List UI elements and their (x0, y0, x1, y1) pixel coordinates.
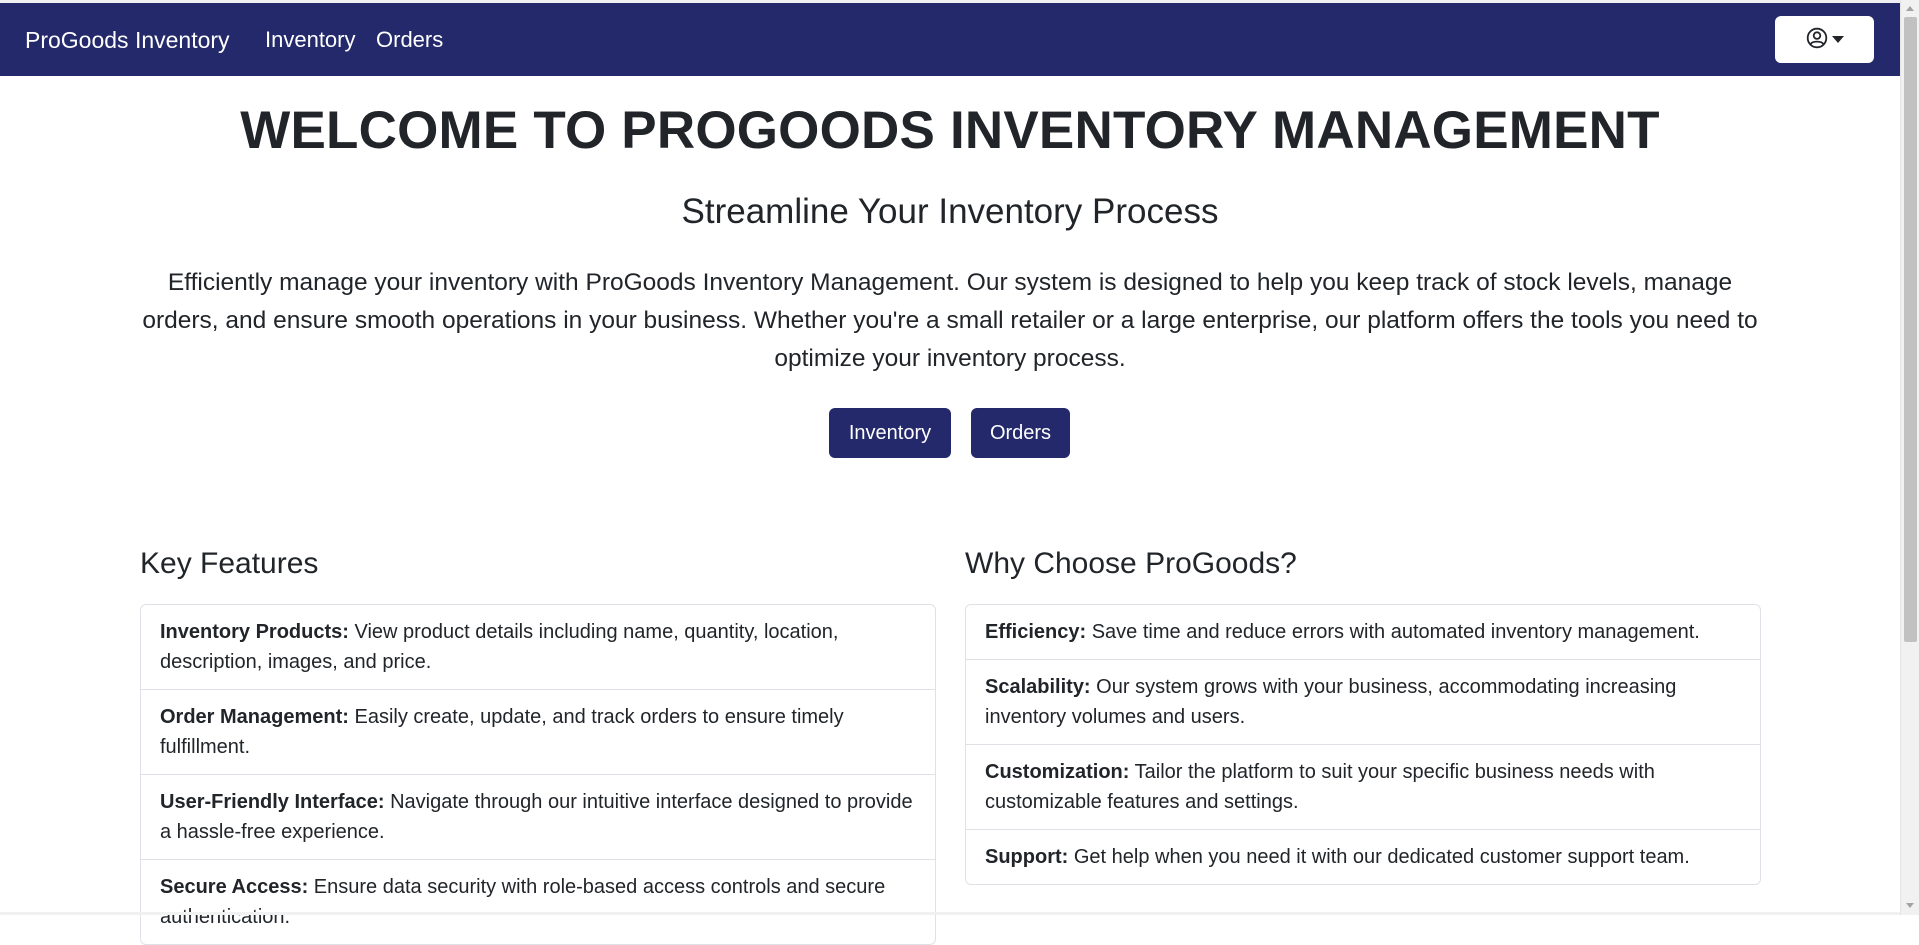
intro-paragraph: Efficiently manage your inventory with P… (142, 269, 1758, 372)
list-item: Secure Access: Ensure data security with… (141, 860, 935, 944)
feature-label: User-Friendly Interface: (160, 791, 385, 813)
list-item: Efficiency: Save time and reduce errors … (966, 605, 1760, 660)
feature-label: Inventory Products: (160, 621, 349, 643)
caret-down-icon (1831, 32, 1844, 47)
page-subtitle: Streamline Your Inventory Process (681, 192, 1219, 231)
list-item: User-Friendly Interface: Navigate throug… (141, 775, 935, 860)
reason-label: Scalability: (985, 676, 1091, 698)
scroll-up-icon[interactable] (1906, 6, 1914, 11)
reason-label: Support: (985, 846, 1069, 868)
key-features-list: Inventory Products: View product details… (140, 604, 936, 945)
vertical-scrollbar[interactable] (1900, 0, 1919, 915)
nav-link-inventory[interactable]: Inventory (265, 27, 356, 53)
user-menu-button[interactable] (1775, 16, 1874, 63)
nav-link-orders[interactable]: Orders (376, 27, 443, 53)
navbar: ProGoods Inventory Inventory Orders (0, 3, 1900, 76)
list-item: Support: Get help when you need it with … (966, 830, 1760, 884)
page-title: WELCOME TO PROGOODS INVENTORY MANAGEMENT (240, 101, 1660, 160)
list-item: Order Management: Easily create, update,… (141, 690, 935, 775)
why-choose-heading: Why Choose ProGoods? (965, 547, 1297, 580)
user-circle-icon (1806, 27, 1828, 52)
why-choose-list: Efficiency: Save time and reduce errors … (965, 604, 1761, 885)
reason-label: Customization: (985, 761, 1130, 783)
reason-text: Save time and reduce errors with automat… (1086, 621, 1700, 643)
feature-label: Order Management: (160, 706, 349, 728)
list-item: Inventory Products: View product details… (141, 605, 935, 690)
inventory-button[interactable]: Inventory (829, 408, 951, 458)
brand-link[interactable]: ProGoods Inventory (25, 27, 230, 54)
key-features-heading: Key Features (140, 547, 319, 580)
list-item: Customization: Tailor the platform to su… (966, 745, 1760, 830)
feature-label: Secure Access: (160, 876, 309, 898)
scroll-down-icon[interactable] (1906, 903, 1914, 908)
reason-text: Get help when you need it with our dedic… (1068, 846, 1690, 868)
orders-button[interactable]: Orders (971, 408, 1070, 458)
scrollbar-thumb[interactable] (1904, 17, 1917, 642)
list-item: Scalability: Our system grows with your … (966, 660, 1760, 745)
reason-label: Efficiency: (985, 621, 1087, 643)
